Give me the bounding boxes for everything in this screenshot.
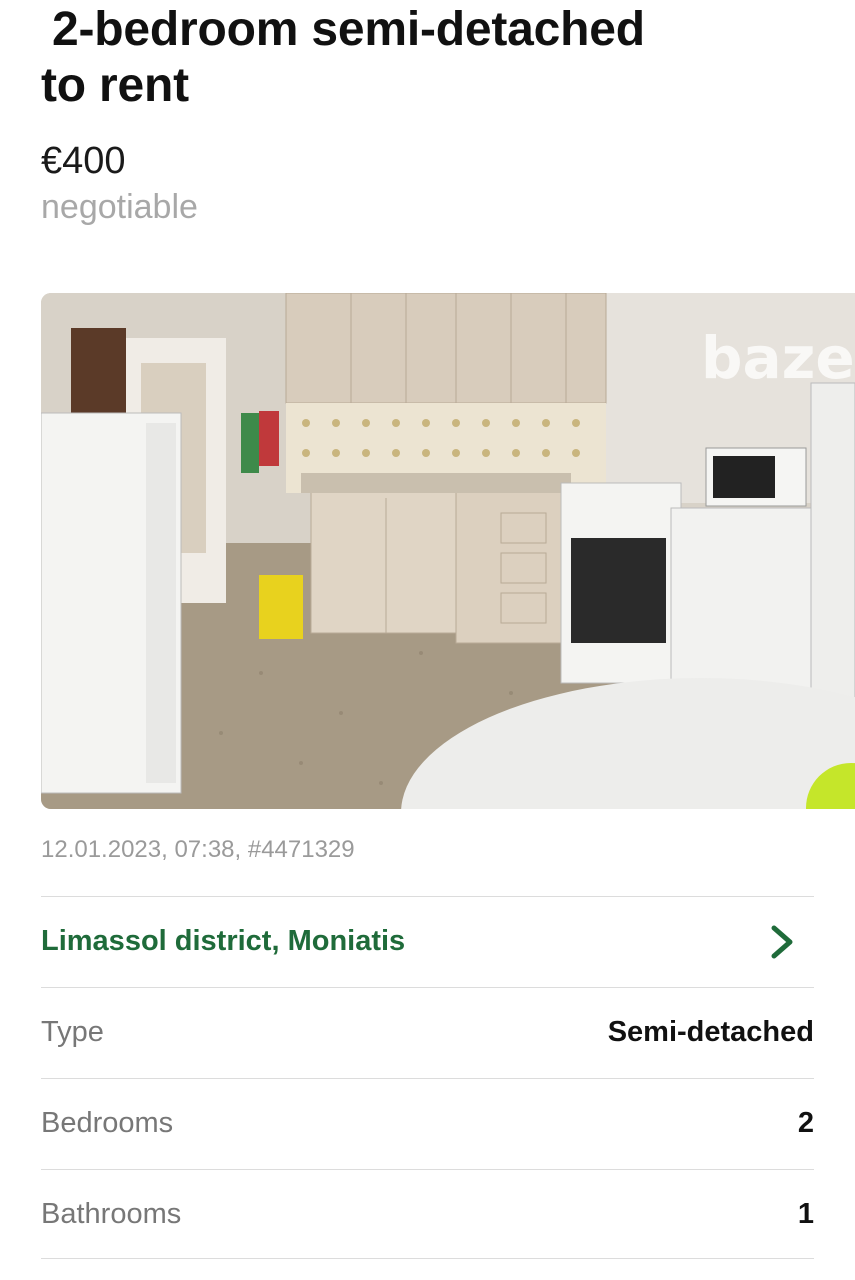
detail-value: Semi-detached: [607, 1016, 814, 1048]
detail-label: Bathrooms: [41, 1197, 182, 1230]
listing-title-line2: to rent: [41, 59, 189, 112]
listing-title: 2-bedroom semi-detached to rent: [41, 2, 801, 114]
detail-value: 1: [797, 1197, 814, 1230]
detail-row-type: Type Semi-detached: [41, 987, 814, 1077]
detail-label: Bedrooms: [41, 1107, 174, 1139]
detail-label: Type: [41, 1016, 104, 1048]
kitchen-photo-illustration: baze: [41, 293, 855, 809]
price: €400: [41, 140, 126, 182]
chevron-right-icon: [771, 925, 793, 958]
photo-watermark: baze: [701, 324, 855, 392]
location-row[interactable]: Limassol district, Moniatis: [41, 896, 814, 986]
listing-title-line1: 2-bedroom semi-detached: [52, 3, 645, 56]
detail-value: 2: [797, 1107, 814, 1139]
detail-row-bedrooms: Bedrooms 2: [41, 1078, 814, 1168]
location-link[interactable]: Limassol district, Moniatis: [41, 925, 405, 958]
price-note: negotiable: [41, 188, 198, 226]
listing-photo[interactable]: baze: [41, 293, 855, 809]
detail-row-bathrooms: Bathrooms 1: [41, 1169, 814, 1259]
listing-meta: 12.01.2023, 07:38, #4471329: [41, 836, 355, 863]
